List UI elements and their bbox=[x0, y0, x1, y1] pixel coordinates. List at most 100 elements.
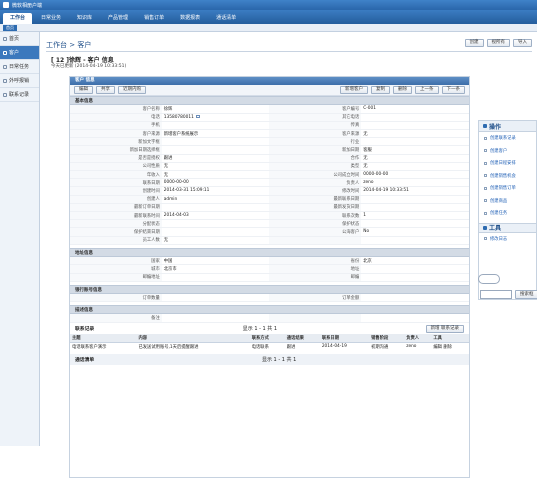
view-all-button[interactable]: 视所有 bbox=[486, 39, 510, 47]
field-row: 订单数量 订单金额 bbox=[70, 293, 469, 303]
field-row: 电话 13580780011 其它电话 bbox=[70, 113, 469, 122]
action-label: 创建日程安排 bbox=[490, 161, 516, 167]
edit-button[interactable]: 编辑 bbox=[74, 86, 93, 94]
menu-knowledge[interactable]: 知识库 bbox=[70, 13, 99, 24]
menu-products[interactable]: 产品管理 bbox=[101, 13, 135, 24]
field-label: 国家 bbox=[70, 256, 162, 266]
field-label: 保护状态 bbox=[269, 219, 362, 229]
action-label: 创建任务 bbox=[490, 211, 508, 217]
sidebar-item-customers[interactable]: 客户 bbox=[0, 46, 39, 60]
field-label bbox=[269, 314, 362, 324]
create-button[interactable]: 创建 bbox=[464, 39, 484, 47]
action-link[interactable]: 创建客户 bbox=[479, 145, 536, 158]
recent-purchase-button[interactable]: 近期内购 bbox=[118, 86, 146, 94]
import-button[interactable]: 导入 bbox=[513, 39, 532, 47]
menu-calls[interactable]: 通话清单 bbox=[209, 13, 243, 24]
field-label: 类型 bbox=[269, 162, 362, 172]
sidebar-item-home[interactable]: 首页 bbox=[0, 32, 39, 46]
section-basic: 基本信息 bbox=[70, 96, 469, 105]
delete-button[interactable]: 删除 bbox=[393, 86, 412, 94]
action-link[interactable]: 创建销售订单 bbox=[479, 182, 536, 195]
desc-table: 备注 bbox=[70, 314, 469, 324]
action-link[interactable]: 创建任务 bbox=[479, 207, 536, 220]
customer-form: 客户 信息 编辑 共享 近期内购 新增客户 复制 删除 上一条 下一条 基本信息… bbox=[69, 76, 470, 478]
action-label: 创建联系记录 bbox=[490, 136, 516, 142]
field-label: 新加日期 bbox=[269, 145, 362, 155]
actions-header: 操作 bbox=[479, 121, 536, 132]
next-record-button[interactable]: 下一条 bbox=[441, 86, 465, 94]
checkbox-icon bbox=[484, 161, 487, 165]
field-label: 新加文字框 bbox=[70, 137, 162, 147]
home-tab[interactable]: 首页 bbox=[3, 25, 17, 31]
menu-reports[interactable]: 数据报表 bbox=[173, 13, 207, 24]
field-label: 最新发货日期 bbox=[269, 203, 362, 212]
field-row: 保护结束日期 公海客户 No bbox=[70, 227, 469, 237]
field-label: 备注 bbox=[70, 314, 162, 324]
field-label: 客户来源 bbox=[269, 129, 362, 139]
field-value: 徐辉 bbox=[161, 105, 270, 114]
field-value: 跟进 bbox=[161, 154, 270, 163]
column-header: 联系日期 bbox=[319, 334, 370, 343]
add-contact-record-button[interactable]: 新增 联系记录 bbox=[425, 324, 464, 333]
field-label: 修改时间 bbox=[269, 186, 362, 196]
field-value: admin bbox=[161, 195, 270, 204]
field-value bbox=[161, 273, 270, 282]
action-link[interactable]: 创建联系记录 bbox=[479, 132, 536, 145]
action-link[interactable]: 创建日程安排 bbox=[479, 157, 536, 170]
checkbox-icon bbox=[484, 174, 487, 178]
field-row: 创建人 admin 最新联系日期 bbox=[70, 195, 469, 204]
action-label: 创建销售机会 bbox=[490, 173, 516, 179]
copy-button[interactable]: 复制 bbox=[371, 86, 390, 94]
share-button[interactable]: 共享 bbox=[96, 86, 115, 94]
field-value: 0000-00-00 bbox=[361, 170, 469, 180]
field-row: 国家 中国 省份 北京 bbox=[70, 256, 469, 266]
menu-workbench[interactable]: 工作台 bbox=[3, 13, 33, 24]
log-icon bbox=[3, 92, 7, 97]
sidebar-item-tasks[interactable]: 日常任务 bbox=[0, 60, 39, 74]
field-value bbox=[161, 137, 270, 147]
sidebar-item-outcall[interactable]: 外呼报销 bbox=[0, 74, 39, 88]
field-row: 新加日期选择框 新加日期 客服 bbox=[70, 145, 469, 155]
field-row: 新加文字框 行业 bbox=[70, 137, 469, 147]
field-value: 北京 bbox=[361, 256, 469, 266]
field-row: 邮编地址 邮编 bbox=[70, 273, 469, 282]
field-value: 2014-04-19 10:33:51 bbox=[361, 186, 469, 196]
main-area: 工作台 > 客户 创建 视所有 导入 [ 12 ]徐辉 - 客户 信息 今天已更… bbox=[41, 32, 537, 478]
action-link[interactable]: 创建商品 bbox=[479, 195, 536, 208]
action-label: 创建销售订单 bbox=[490, 186, 516, 192]
sidebar: 首页 客户 日常任务 外呼报销 联系记录 bbox=[0, 32, 40, 446]
sidebar-item-contact-log[interactable]: 联系记录 bbox=[0, 88, 39, 102]
field-value bbox=[361, 137, 469, 147]
tools-header: 工具 bbox=[479, 222, 536, 233]
field-row: 联系日期 0000-00-00 负责人 zeno bbox=[70, 178, 469, 188]
row-actions[interactable]: 编辑 删除 bbox=[431, 342, 469, 351]
new-customer-button[interactable]: 新增客户 bbox=[340, 86, 368, 94]
field-label: 公司性质 bbox=[70, 162, 162, 172]
field-label: 分配状态 bbox=[70, 219, 162, 229]
basic-info-table: 客户名称 徐辉 客户编号 C-001 电话 13580780011 其它电话 手机 传真 客户来源… bbox=[70, 105, 469, 245]
action-label: 创建商品 bbox=[490, 198, 508, 204]
phone-icon[interactable] bbox=[195, 114, 200, 118]
table-cell[interactable]: 电话联系客户演示 bbox=[70, 342, 136, 351]
field-label: 公司成立时间 bbox=[269, 170, 362, 180]
action-link[interactable]: 创建销售机会 bbox=[479, 170, 536, 183]
field-row: 备注 bbox=[70, 314, 469, 324]
field-value bbox=[361, 236, 469, 245]
field-row: 客户来源 新增客户系统展示 客户来源无 bbox=[70, 129, 469, 139]
bullet-icon bbox=[483, 225, 487, 230]
field-label: 传真 bbox=[269, 121, 362, 131]
field-value: 中国 bbox=[161, 256, 270, 266]
field-label: 城市 bbox=[70, 264, 162, 274]
menu-daily[interactable]: 日常业务 bbox=[34, 13, 68, 24]
table-cell: 电话联系 bbox=[251, 344, 269, 350]
search-button[interactable]: 搜索框 bbox=[515, 290, 537, 299]
field-label: 邮编 bbox=[269, 273, 362, 282]
prev-record-button[interactable]: 上一条 bbox=[415, 86, 439, 94]
tool-label: 修改日志 bbox=[490, 236, 508, 242]
field-row: 手机 传真 bbox=[70, 121, 469, 131]
tool-link[interactable]: 修改日志 bbox=[479, 233, 536, 246]
menu-orders[interactable]: 销售订单 bbox=[137, 13, 171, 24]
column-header: 主题 bbox=[70, 334, 137, 343]
form-toolbar: 编辑 共享 近期内购 新增客户 复制 删除 上一条 下一条 bbox=[70, 85, 469, 96]
search-input[interactable] bbox=[480, 290, 512, 299]
